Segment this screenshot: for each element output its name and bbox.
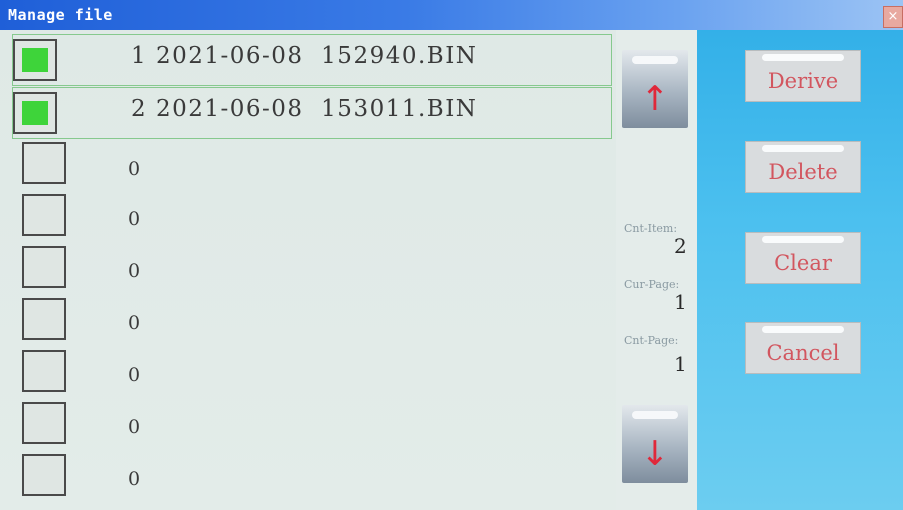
file-name-8: 0 [128, 416, 141, 438]
file-row-4[interactable]: 0 [12, 192, 612, 244]
title-bar: Manage file × [0, 0, 903, 30]
manage-file-window: Manage file × 1 2021-06-08 152940.BIN 2 … [0, 0, 903, 510]
file-checkbox-4[interactable] [22, 194, 66, 236]
button-highlight [762, 145, 844, 152]
scroll-down-button[interactable]: ↓ [622, 405, 688, 483]
cur-page-label: Cur-Page: [624, 278, 680, 291]
file-name-4: 0 [128, 208, 141, 230]
file-row-8[interactable]: 0 [12, 400, 612, 452]
file-name-7: 0 [128, 364, 141, 386]
file-checkbox-9[interactable] [22, 454, 66, 496]
file-row-6[interactable]: 0 [12, 296, 612, 348]
file-row-9[interactable]: 0 [12, 452, 612, 504]
file-row-5[interactable]: 0 [12, 244, 612, 296]
cnt-page-value: 1 [674, 352, 687, 376]
file-checkbox-2[interactable] [13, 92, 57, 134]
file-row-7[interactable]: 0 [12, 348, 612, 400]
button-highlight [762, 54, 844, 61]
file-checkbox-5[interactable] [22, 246, 66, 288]
button-highlight [762, 236, 844, 243]
derive-label: Derive [767, 69, 839, 93]
clear-label: Clear [774, 251, 832, 275]
cancel-label: Cancel [766, 341, 840, 365]
file-name-6: 0 [128, 312, 141, 334]
delete-button[interactable]: Delete [745, 141, 861, 193]
file-checkbox-7[interactable] [22, 350, 66, 392]
button-highlight [632, 411, 678, 419]
file-checkbox-6[interactable] [22, 298, 66, 340]
file-row-1[interactable]: 1 2021-06-08 152940.BIN [12, 34, 612, 86]
file-name-3: 0 [128, 158, 141, 180]
file-row-2[interactable]: 2 2021-06-08 153011.BIN [12, 87, 612, 139]
arrow-up-icon: ↑ [640, 79, 670, 119]
cnt-item-label: Cnt-Item: [624, 222, 678, 235]
file-checkbox-1[interactable] [13, 39, 57, 81]
delete-label: Delete [768, 160, 838, 184]
file-name-9: 0 [128, 468, 141, 490]
scroll-up-button[interactable]: ↑ [622, 50, 688, 128]
file-list: 1 2021-06-08 152940.BIN 2 2021-06-08 153… [0, 30, 616, 510]
cur-page-value: 1 [674, 290, 687, 314]
derive-button[interactable]: Derive [745, 50, 861, 102]
window-title: Manage file [8, 6, 113, 24]
button-highlight [762, 326, 844, 333]
cancel-button[interactable]: Cancel [745, 322, 861, 374]
cnt-item-value: 2 [674, 234, 687, 258]
button-highlight [632, 56, 678, 64]
file-name-5: 0 [128, 260, 141, 282]
cnt-page-label: Cnt-Page: [624, 334, 679, 347]
file-name-1: 1 2021-06-08 152940.BIN [131, 43, 478, 69]
arrow-down-icon: ↓ [640, 434, 670, 474]
clear-button[interactable]: Clear [745, 232, 861, 284]
file-checkbox-3[interactable] [22, 142, 66, 184]
close-button[interactable]: × [883, 6, 903, 28]
file-checkbox-8[interactable] [22, 402, 66, 444]
file-name-2: 2 2021-06-08 153011.BIN [131, 96, 478, 122]
file-row-3[interactable]: 0 [12, 140, 612, 192]
